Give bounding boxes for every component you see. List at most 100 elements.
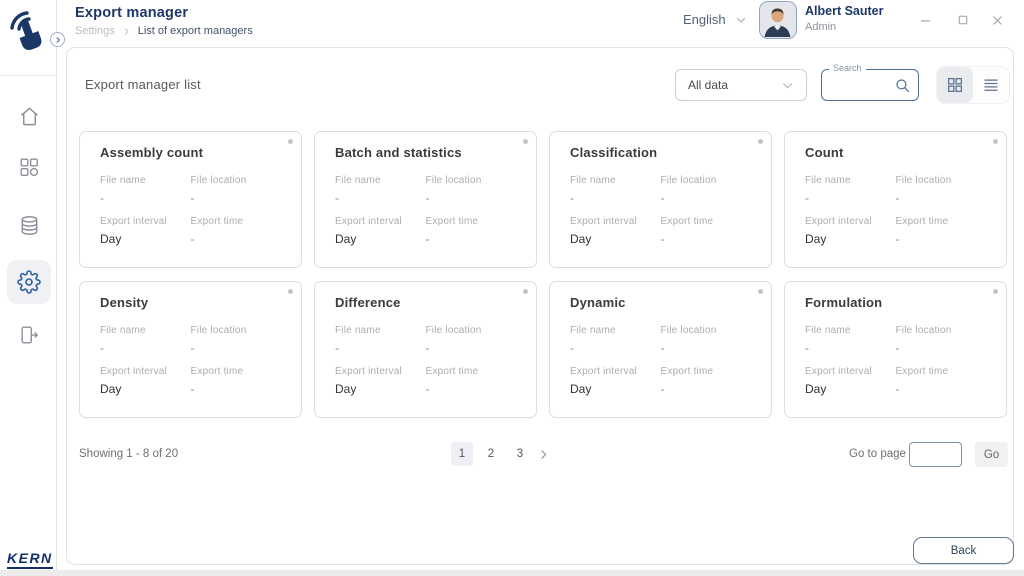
card-title: Classification xyxy=(570,145,751,160)
card-title: Count xyxy=(805,145,986,160)
field-value: - xyxy=(100,341,191,355)
field-label: Export time xyxy=(426,366,517,377)
export-manager-card[interactable]: Assembly count File name - Export interv… xyxy=(79,131,302,268)
export-manager-card[interactable]: Density File name - Export interval Day … xyxy=(79,281,302,418)
field-label: Export interval xyxy=(570,216,661,227)
field-label: File location xyxy=(426,175,517,186)
field-label: Export interval xyxy=(805,216,896,227)
filter-dropdown[interactable]: All data xyxy=(675,69,807,101)
card-title: Density xyxy=(100,295,281,310)
close-button[interactable] xyxy=(989,12,1005,28)
sidebar-item-apps[interactable] xyxy=(7,145,51,189)
field-value: - xyxy=(896,382,987,396)
export-manager-card[interactable]: Count File name - Export interval Day Fi… xyxy=(784,131,1007,268)
field-label: File location xyxy=(661,325,752,336)
sidebar-item-home[interactable] xyxy=(7,94,51,138)
search-icon[interactable] xyxy=(894,77,911,94)
field-value: Day xyxy=(335,382,426,396)
field-value: - xyxy=(191,341,282,355)
field-label: Export time xyxy=(191,216,282,227)
grid-view-icon xyxy=(946,76,964,94)
filter-dropdown-value: All data xyxy=(688,78,728,92)
field-value: Day xyxy=(100,232,191,246)
field-value: - xyxy=(896,232,987,246)
sidebar: KERN xyxy=(0,0,57,570)
language-label: English xyxy=(683,12,726,27)
search-input[interactable] xyxy=(828,73,890,97)
card-status-dot-icon xyxy=(758,139,763,144)
go-button[interactable]: Go xyxy=(975,442,1008,467)
field-label: Export time xyxy=(896,216,987,227)
card-status-dot-icon xyxy=(758,289,763,294)
field-label: File location xyxy=(191,175,282,186)
card-status-dot-icon xyxy=(523,289,528,294)
sidebar-item-logout[interactable] xyxy=(7,313,51,357)
field-value: Day xyxy=(335,232,426,246)
sidebar-item-database[interactable] xyxy=(7,203,51,247)
field-label: File name xyxy=(805,325,896,336)
pagination-pages: 123 xyxy=(451,442,531,466)
pagination-summary: Showing 1 - 8 of 20 xyxy=(79,448,178,460)
avatar[interactable] xyxy=(759,1,797,39)
field-value: Day xyxy=(805,382,896,396)
export-manager-card[interactable]: Batch and statistics File name - Export … xyxy=(314,131,537,268)
breadcrumb-current: List of export managers xyxy=(138,25,253,37)
field-label: File name xyxy=(335,175,426,186)
field-value: - xyxy=(661,341,752,355)
field-value: - xyxy=(191,382,282,396)
page-button-1[interactable]: 1 xyxy=(451,442,473,466)
list-title: Export manager list xyxy=(85,77,201,92)
field-label: Export interval xyxy=(570,366,661,377)
goto-page-label: Go to page xyxy=(849,448,906,460)
field-value: - xyxy=(426,341,517,355)
field-value: Day xyxy=(570,382,661,396)
maximize-button[interactable] xyxy=(955,12,971,28)
field-label: Export time xyxy=(191,366,282,377)
field-label: Export interval xyxy=(805,366,896,377)
list-view-button[interactable] xyxy=(973,67,1009,103)
field-value: Day xyxy=(805,232,896,246)
card-title: Formulation xyxy=(805,295,986,310)
export-manager-card[interactable]: Formulation File name - Export interval … xyxy=(784,281,1007,418)
field-value: - xyxy=(335,191,426,205)
field-label: Export time xyxy=(426,216,517,227)
user-name: Albert Sauter xyxy=(805,4,884,18)
sidebar-expand-button[interactable] xyxy=(50,32,65,47)
card-title: Dynamic xyxy=(570,295,751,310)
search-label: Search xyxy=(829,63,866,73)
field-value: Day xyxy=(100,382,191,396)
export-manager-card[interactable]: Dynamic File name - Export interval Day … xyxy=(549,281,772,418)
field-value: - xyxy=(896,191,987,205)
field-value: - xyxy=(661,232,752,246)
field-label: Export time xyxy=(896,366,987,377)
field-value: - xyxy=(661,382,752,396)
field-value: Day xyxy=(570,232,661,246)
card-status-dot-icon xyxy=(523,139,528,144)
field-value: - xyxy=(805,341,896,355)
export-manager-card[interactable]: Difference File name - Export interval D… xyxy=(314,281,537,418)
card-status-dot-icon xyxy=(288,289,293,294)
list-view-icon xyxy=(982,76,1000,94)
field-value: - xyxy=(570,341,661,355)
page-button-2[interactable]: 2 xyxy=(480,442,502,466)
back-button[interactable]: Back xyxy=(913,537,1014,564)
language-selector[interactable]: English xyxy=(683,12,747,27)
breadcrumb-chevron-icon xyxy=(122,27,131,36)
apps-icon xyxy=(18,156,40,178)
field-label: File location xyxy=(191,325,282,336)
home-icon xyxy=(18,105,41,128)
goto-page-input[interactable] xyxy=(909,442,962,467)
card-status-dot-icon xyxy=(288,139,293,144)
pagination-next-button[interactable] xyxy=(533,442,553,466)
field-value: - xyxy=(426,232,517,246)
minimize-button[interactable] xyxy=(917,12,933,28)
sidebar-item-settings[interactable] xyxy=(7,260,51,304)
field-value: - xyxy=(426,382,517,396)
field-value: - xyxy=(896,341,987,355)
breadcrumb-parent[interactable]: Settings xyxy=(75,25,115,37)
export-manager-card[interactable]: Classification File name - Export interv… xyxy=(549,131,772,268)
page-button-3[interactable]: 3 xyxy=(509,442,531,466)
chevron-down-icon xyxy=(781,79,794,92)
field-label: Export interval xyxy=(100,216,191,227)
grid-view-button[interactable] xyxy=(937,67,973,103)
